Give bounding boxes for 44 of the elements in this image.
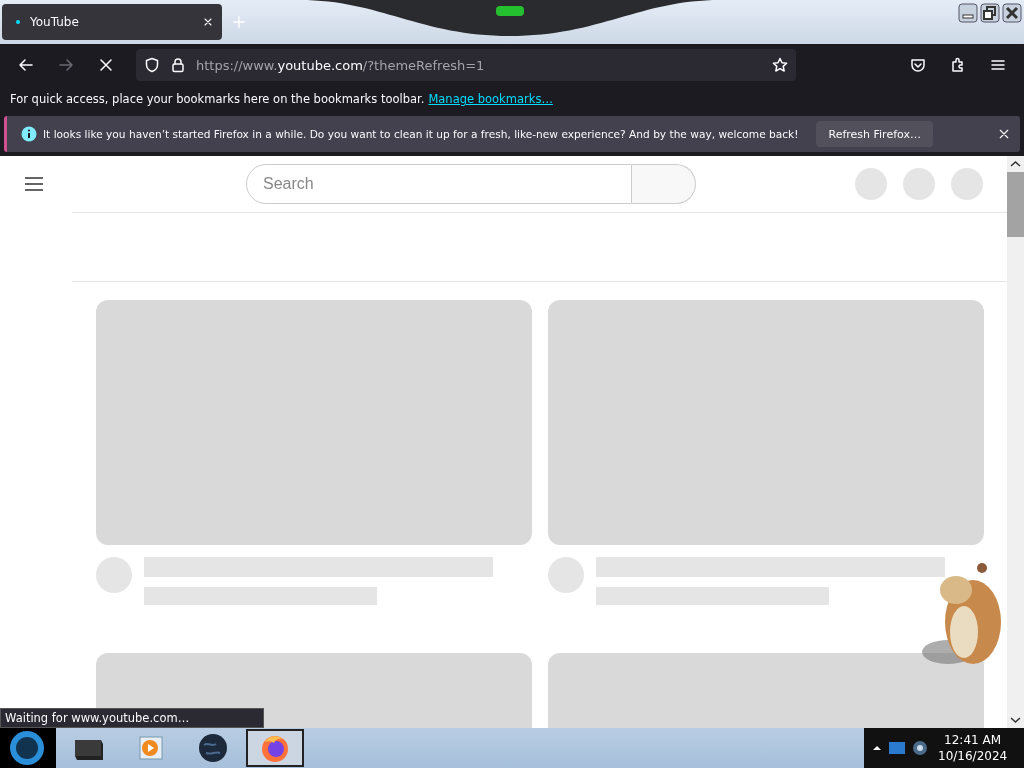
shield-icon <box>144 57 160 73</box>
avatar-placeholder <box>951 168 983 200</box>
icon-placeholder <box>855 168 887 200</box>
clock-date: 10/16/2024 <box>938 748 1008 764</box>
taskbar-app[interactable] <box>246 729 304 767</box>
info-icon <box>21 126 37 142</box>
avatar-placeholder <box>548 557 584 593</box>
browser-tab[interactable]: YouTube <box>2 4 222 40</box>
pocket-icon <box>910 57 926 73</box>
globe-icon <box>198 733 228 763</box>
forward-arrow-icon <box>58 57 74 73</box>
menu-icon <box>990 57 1006 73</box>
manage-bookmarks-link[interactable]: Manage bookmarks… <box>428 92 553 106</box>
tab-title: YouTube <box>30 15 80 29</box>
globe-icon[interactable] <box>912 740 928 756</box>
star-icon <box>772 57 788 73</box>
new-tab-icon <box>232 15 246 29</box>
minimize-icon[interactable] <box>958 3 978 23</box>
url-text: https://www.youtube.com/?themeRefresh=1 <box>196 57 486 73</box>
menu-icon[interactable] <box>24 176 44 192</box>
avatar-placeholder <box>96 557 132 593</box>
refresh-firefox-button[interactable]: Refresh Firefox… <box>816 121 933 147</box>
close-icon <box>202 16 214 28</box>
start-button[interactable] <box>0 728 56 768</box>
puzzle-icon <box>950 57 966 73</box>
close-icon <box>98 57 114 73</box>
search-field[interactable]: Search <box>246 164 632 204</box>
back-arrow-icon <box>18 57 34 73</box>
icon-placeholder <box>903 168 935 200</box>
lock-icon <box>170 57 186 73</box>
bookmarks-hint: For quick access, place your bookmarks here on the bookmarks toolbar. <box>10 92 425 106</box>
play-icon <box>137 734 165 762</box>
scrollbar[interactable] <box>1007 156 1024 728</box>
address-field[interactable]: https://www.youtube.com/?themeRefresh=1 <box>136 49 796 81</box>
close-icon[interactable] <box>1002 3 1022 23</box>
status-text: Waiting for www.youtube.com… <box>0 708 264 728</box>
tray-arrow-icon[interactable] <box>872 743 882 753</box>
firefox-icon <box>260 733 290 763</box>
scroll-thumb[interactable] <box>1007 172 1024 237</box>
restore-icon[interactable] <box>980 3 1000 23</box>
close-icon <box>998 128 1010 140</box>
clock-time: 12:41 AM <box>944 732 1002 748</box>
window-icon[interactable] <box>888 741 906 755</box>
notification-message: It looks like you haven’t started Firefox in a while. Do you want to clean it up for a fresh, like-new experience? And by the way, welcome back! <box>43 128 799 140</box>
